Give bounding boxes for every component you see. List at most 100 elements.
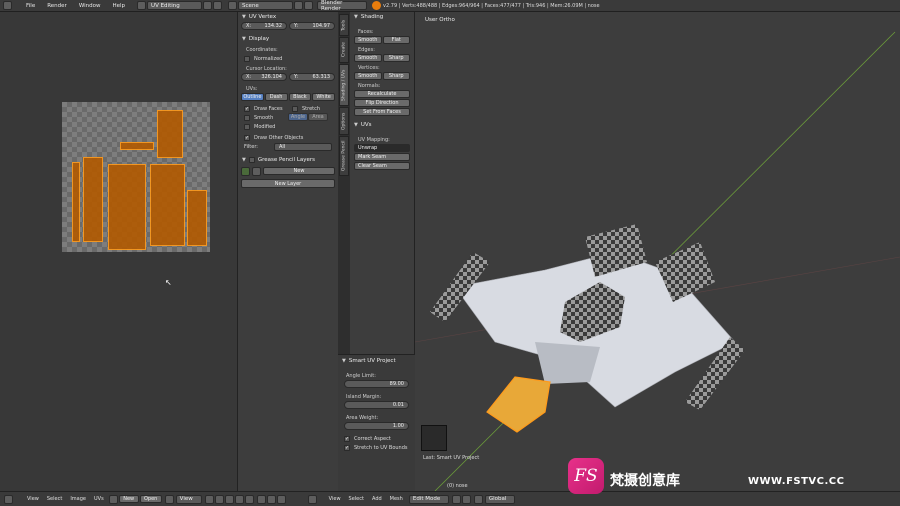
add-layout-icon[interactable] bbox=[203, 1, 213, 10]
clear-seam-button[interactable]: Clear Seam bbox=[354, 162, 410, 170]
draw-other-objects-checkbox[interactable]: ✓ Draw Other Objects bbox=[238, 133, 338, 142]
remove-scene-icon[interactable] bbox=[304, 1, 314, 10]
uv-menu-uvs[interactable]: UVs bbox=[90, 496, 108, 502]
vp-menu-view[interactable]: View bbox=[325, 496, 345, 502]
tab-options[interactable]: Options bbox=[339, 107, 349, 135]
vertex-select-icon[interactable] bbox=[214, 494, 224, 504]
island-select-icon[interactable] bbox=[244, 494, 254, 504]
menu-file[interactable]: File bbox=[20, 3, 41, 9]
image-browse-icon[interactable] bbox=[108, 494, 118, 504]
edge-select-icon[interactable] bbox=[224, 494, 234, 504]
uv-island[interactable] bbox=[72, 162, 80, 242]
new-image-button[interactable]: New bbox=[118, 495, 139, 503]
uv-image-editor[interactable]: ↖ bbox=[0, 12, 237, 491]
paint-icon[interactable] bbox=[276, 494, 286, 504]
grease-pencil-header[interactable]: ▼ Grease Pencil Layers bbox=[238, 155, 338, 165]
screen-layout-dropdown[interactable]: UV Editing bbox=[147, 1, 203, 10]
area-weight-field[interactable]: 1.00 bbox=[344, 422, 409, 430]
mode-dropdown[interactable]: Edit Mode bbox=[408, 494, 449, 504]
filter-dropdown[interactable]: All bbox=[274, 143, 332, 151]
edges-smooth-button[interactable]: Smooth bbox=[354, 54, 382, 62]
uv-white-button[interactable]: White bbox=[312, 93, 335, 101]
snap-icon[interactable] bbox=[266, 494, 276, 504]
uv-vertex-header[interactable]: ▼ UV Vertex bbox=[238, 12, 338, 22]
faces-flat-button[interactable]: Flat bbox=[382, 36, 410, 44]
layout-icon[interactable] bbox=[137, 1, 147, 10]
edges-sharp-button[interactable]: Sharp bbox=[382, 54, 410, 62]
manipulator-icon[interactable] bbox=[473, 494, 483, 504]
uv-vertex-x-field[interactable]: X: 134.32 bbox=[241, 22, 287, 30]
stretch-checkbox[interactable]: Stretch bbox=[286, 104, 320, 113]
uv-menu-image[interactable]: Image bbox=[66, 496, 90, 502]
uv-dash-button[interactable]: Dash bbox=[264, 93, 288, 101]
proportional-icon[interactable] bbox=[256, 494, 266, 504]
recalculate-button[interactable]: Recalculate bbox=[354, 90, 410, 98]
menu-render[interactable]: Render bbox=[41, 3, 73, 9]
menu-window[interactable]: Window bbox=[73, 3, 107, 9]
uv-island[interactable] bbox=[108, 164, 146, 250]
island-margin-field[interactable]: 0.01 bbox=[344, 401, 409, 409]
view-dropdown[interactable]: View bbox=[175, 494, 202, 504]
sync-select-icon[interactable] bbox=[204, 494, 214, 504]
new-layer-button[interactable]: New Layer bbox=[241, 179, 335, 188]
face-select-icon[interactable] bbox=[234, 494, 244, 504]
angle-button[interactable]: Angle bbox=[288, 113, 308, 121]
uv-black-button[interactable]: Black bbox=[288, 93, 312, 101]
unwrap-dropdown[interactable]: Unwrap bbox=[354, 144, 410, 152]
datablock-icon[interactable] bbox=[252, 167, 261, 176]
area-button[interactable]: Area bbox=[308, 113, 328, 121]
tab-shading-uvs[interactable]: Shading / UVs bbox=[339, 64, 349, 106]
angle-limit-field[interactable]: 89.00 bbox=[344, 380, 409, 388]
pivot-point-icon[interactable] bbox=[461, 494, 471, 504]
tab-grease-pencil[interactable]: Grease Pencil bbox=[339, 136, 349, 176]
scene-icon[interactable] bbox=[228, 1, 238, 10]
uv-editor-type-icon[interactable] bbox=[4, 494, 13, 504]
pencil-icon[interactable] bbox=[241, 167, 250, 176]
verts-sharp-button[interactable]: Sharp bbox=[382, 72, 410, 80]
modified-checkbox[interactable]: Modified bbox=[238, 122, 338, 131]
editor-type-icon[interactable] bbox=[3, 1, 12, 10]
orientation-dropdown[interactable]: Global bbox=[484, 494, 515, 504]
uv-island[interactable] bbox=[120, 142, 154, 150]
render-engine-dropdown[interactable]: Blender Render bbox=[317, 0, 368, 12]
tab-create[interactable]: Create bbox=[339, 37, 349, 63]
display-header[interactable]: ▼ Display bbox=[238, 34, 338, 44]
remove-layout-icon[interactable] bbox=[213, 1, 223, 10]
uv-island[interactable] bbox=[83, 157, 103, 242]
uv-vertex-y-field[interactable]: Y: 104.97 bbox=[289, 22, 335, 30]
draw-faces-checkbox[interactable]: ✓ Draw Faces bbox=[238, 104, 286, 113]
uv-island[interactable] bbox=[157, 110, 183, 158]
uv-outline-button[interactable]: Outline bbox=[241, 93, 264, 101]
add-scene-icon[interactable] bbox=[294, 1, 304, 10]
uv-menu-view[interactable]: View bbox=[23, 496, 43, 502]
grease-pencil-new-button[interactable]: New bbox=[263, 167, 335, 175]
stretch-to-uv-bounds-checkbox[interactable]: ✓ Stretch to UV Bounds bbox=[338, 443, 415, 452]
cursor-x-field[interactable]: X: 326.104 bbox=[241, 73, 287, 81]
verts-smooth-button[interactable]: Smooth bbox=[354, 72, 382, 80]
uv-island[interactable] bbox=[187, 190, 207, 246]
uv-image-canvas[interactable] bbox=[62, 102, 210, 252]
viewport-editor-type-icon[interactable] bbox=[307, 494, 317, 504]
flip-direction-button[interactable]: Flip Direction bbox=[354, 99, 410, 107]
vp-menu-add[interactable]: Add bbox=[368, 496, 386, 502]
uvs-header[interactable]: ▼ UVs bbox=[350, 120, 414, 130]
scene-dropdown[interactable]: Scene bbox=[238, 1, 294, 10]
correct-aspect-checkbox[interactable]: ✓ Correct Aspect bbox=[338, 434, 415, 443]
vp-menu-select[interactable]: Select bbox=[345, 496, 368, 502]
vp-menu-mesh[interactable]: Mesh bbox=[386, 496, 407, 502]
uv-menu-select[interactable]: Select bbox=[43, 496, 66, 502]
uv-island[interactable] bbox=[150, 164, 185, 246]
set-from-faces-button[interactable]: Set From Faces bbox=[354, 108, 410, 116]
pivot-icon[interactable] bbox=[164, 494, 174, 504]
open-image-button[interactable]: Open bbox=[139, 495, 162, 503]
mark-seam-button[interactable]: Mark Seam bbox=[354, 153, 410, 161]
3d-viewport[interactable]: User Ortho Last: Smart UV Project (0) no… bbox=[415, 12, 900, 491]
tab-tools[interactable]: Tools bbox=[339, 14, 349, 36]
menu-help[interactable]: Help bbox=[107, 3, 132, 9]
smooth-checkbox[interactable]: Smooth bbox=[238, 113, 288, 122]
faces-smooth-button[interactable]: Smooth bbox=[354, 36, 382, 44]
cursor-y-field[interactable]: Y: 63.313 bbox=[289, 73, 335, 81]
normalized-checkbox[interactable]: Normalized bbox=[238, 54, 338, 63]
shading-header[interactable]: ▼ Shading bbox=[350, 12, 414, 22]
viewport-shading-icon[interactable] bbox=[451, 494, 461, 504]
